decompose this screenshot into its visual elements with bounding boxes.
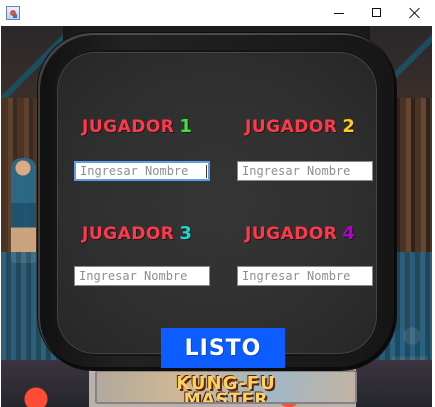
player-2-title: JUGADOR bbox=[245, 117, 338, 137]
player-setup-screen bbox=[55, 50, 379, 356]
player-4-number: 4 bbox=[342, 223, 356, 244]
player-3-number: 3 bbox=[179, 223, 193, 244]
player-3-label: JUGADOR 3 bbox=[82, 223, 222, 245]
game-window: KUNG-FU MASTER JUGADOR1 JUGADOR2 JUGADOR… bbox=[0, 0, 435, 407]
game-logo-line-2: MASTER bbox=[183, 390, 269, 404]
minimize-icon[interactable] bbox=[323, 1, 355, 25]
java-app-icon bbox=[6, 6, 20, 20]
game-logo: KUNG-FU MASTER bbox=[95, 370, 357, 404]
text-cursor bbox=[206, 165, 207, 178]
maximize-icon[interactable] bbox=[361, 1, 393, 25]
player-4-label: JUGADOR 4 bbox=[245, 223, 385, 245]
player-2-label: JUGADOR 2 bbox=[245, 116, 385, 138]
left-character-art bbox=[11, 158, 36, 263]
player-3-title: JUGADOR bbox=[82, 224, 175, 244]
player-1-number: 1 bbox=[179, 116, 193, 137]
window-titlebar[interactable] bbox=[0, 0, 435, 26]
player-1-label: JUGADOR 1 bbox=[82, 116, 222, 138]
player-4-title: JUGADOR bbox=[245, 224, 338, 244]
player-4-name-input[interactable] bbox=[237, 266, 373, 286]
player-2-number: 2 bbox=[342, 116, 356, 137]
player-1-name-input[interactable] bbox=[74, 161, 210, 181]
player-3-name-input[interactable] bbox=[74, 266, 210, 286]
ready-button[interactable]: LISTO bbox=[161, 328, 285, 368]
player-2-name-input[interactable] bbox=[237, 161, 373, 181]
player-1-title: JUGADOR bbox=[82, 117, 175, 137]
game-background: KUNG-FU MASTER JUGADOR1 JUGADOR2 JUGADOR… bbox=[1, 26, 432, 407]
close-icon[interactable] bbox=[399, 1, 431, 25]
